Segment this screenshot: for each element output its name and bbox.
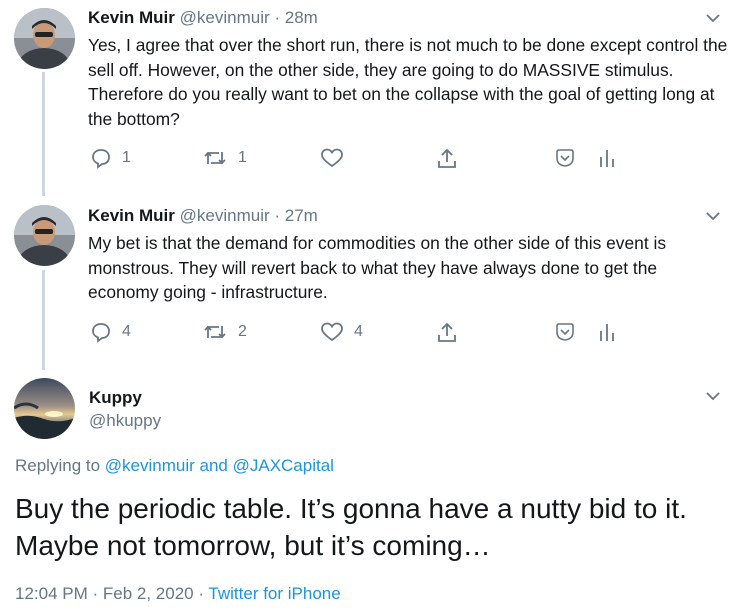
share-button[interactable]: [435, 321, 459, 345]
reply-count: 4: [122, 323, 131, 340]
author-meta[interactable]: @kevinmuir · 27m: [180, 206, 318, 225]
retweet-icon: [204, 151, 226, 165]
retweet-count: 2: [238, 323, 247, 340]
tweet-header: Kevin Muir @kevinmuir · 27m: [88, 206, 318, 226]
tweet-timestamp: 12:04 PM · Feb 2, 2020 · Twitter for iPh…: [15, 584, 341, 604]
thread-tweet[interactable]: Kevin Muir @kevinmuir · 27m My bet is th…: [0, 200, 735, 370]
source-link[interactable]: Twitter for iPhone: [208, 584, 340, 603]
avatar[interactable]: [14, 378, 75, 439]
like-icon: [321, 322, 343, 342]
like-icon: [321, 148, 343, 168]
tweet-text: Buy the periodic table. It’s gonna have …: [15, 493, 687, 561]
reply-count: 1: [122, 149, 131, 166]
tweet-header: Kevin Muir @kevinmuir · 28m: [88, 8, 318, 28]
save-icon: [556, 323, 574, 341]
retweet-button[interactable]: 2: [202, 321, 247, 343]
tweet-text: Yes, I agree that over the short run, th…: [88, 35, 728, 129]
timestamp[interactable]: 12:04 PM · Feb 2, 2020 ·: [15, 584, 208, 603]
replying-and[interactable]: and: [195, 456, 233, 475]
like-count: 4: [354, 323, 363, 340]
retweet-icon: [204, 325, 226, 339]
analytics-icon: [600, 324, 614, 341]
chevron-down-icon[interactable]: [705, 12, 721, 24]
retweet-button[interactable]: 1: [202, 147, 247, 169]
tweet-actions: 1 1: [88, 147, 628, 173]
save-icon: [556, 149, 574, 167]
author-name[interactable]: Kevin Muir: [88, 8, 175, 27]
save-button[interactable]: [554, 147, 576, 169]
analytics-button[interactable]: [598, 321, 616, 343]
share-icon: [438, 148, 456, 168]
save-button[interactable]: [554, 321, 576, 343]
avatar[interactable]: [14, 8, 75, 69]
reply-button[interactable]: 1: [90, 147, 131, 169]
author-name[interactable]: Kevin Muir: [88, 206, 175, 225]
like-button[interactable]: [320, 147, 354, 169]
author-handle[interactable]: @hkuppy: [89, 411, 161, 431]
like-button[interactable]: 4: [320, 321, 363, 343]
retweet-count: 1: [238, 149, 247, 166]
replying-to: Replying to @kevinmuir and @JAXCapital: [15, 456, 334, 476]
reply-icon: [92, 149, 110, 169]
share-button[interactable]: [435, 147, 459, 171]
chevron-down-icon[interactable]: [705, 390, 721, 402]
avatar[interactable]: [14, 205, 75, 266]
chevron-down-icon[interactable]: [705, 210, 721, 222]
tweet-actions: 4 2 4: [88, 321, 628, 347]
thread-tweet[interactable]: Kevin Muir @kevinmuir · 28m Yes, I agree…: [0, 0, 735, 200]
reply-button[interactable]: 4: [90, 321, 131, 343]
analytics-icon: [600, 150, 614, 167]
analytics-button[interactable]: [598, 147, 616, 169]
mention-link[interactable]: @JAXCapital: [233, 456, 334, 475]
share-icon: [438, 322, 456, 342]
tweet-text: My bet is that the demand for commoditie…: [88, 233, 667, 302]
replying-prefix: Replying to: [15, 456, 105, 475]
author-name[interactable]: Kuppy: [89, 388, 142, 408]
author-meta[interactable]: @kevinmuir · 28m: [180, 8, 318, 27]
mention-link[interactable]: @kevinmuir: [105, 456, 195, 475]
reply-icon: [92, 323, 110, 343]
